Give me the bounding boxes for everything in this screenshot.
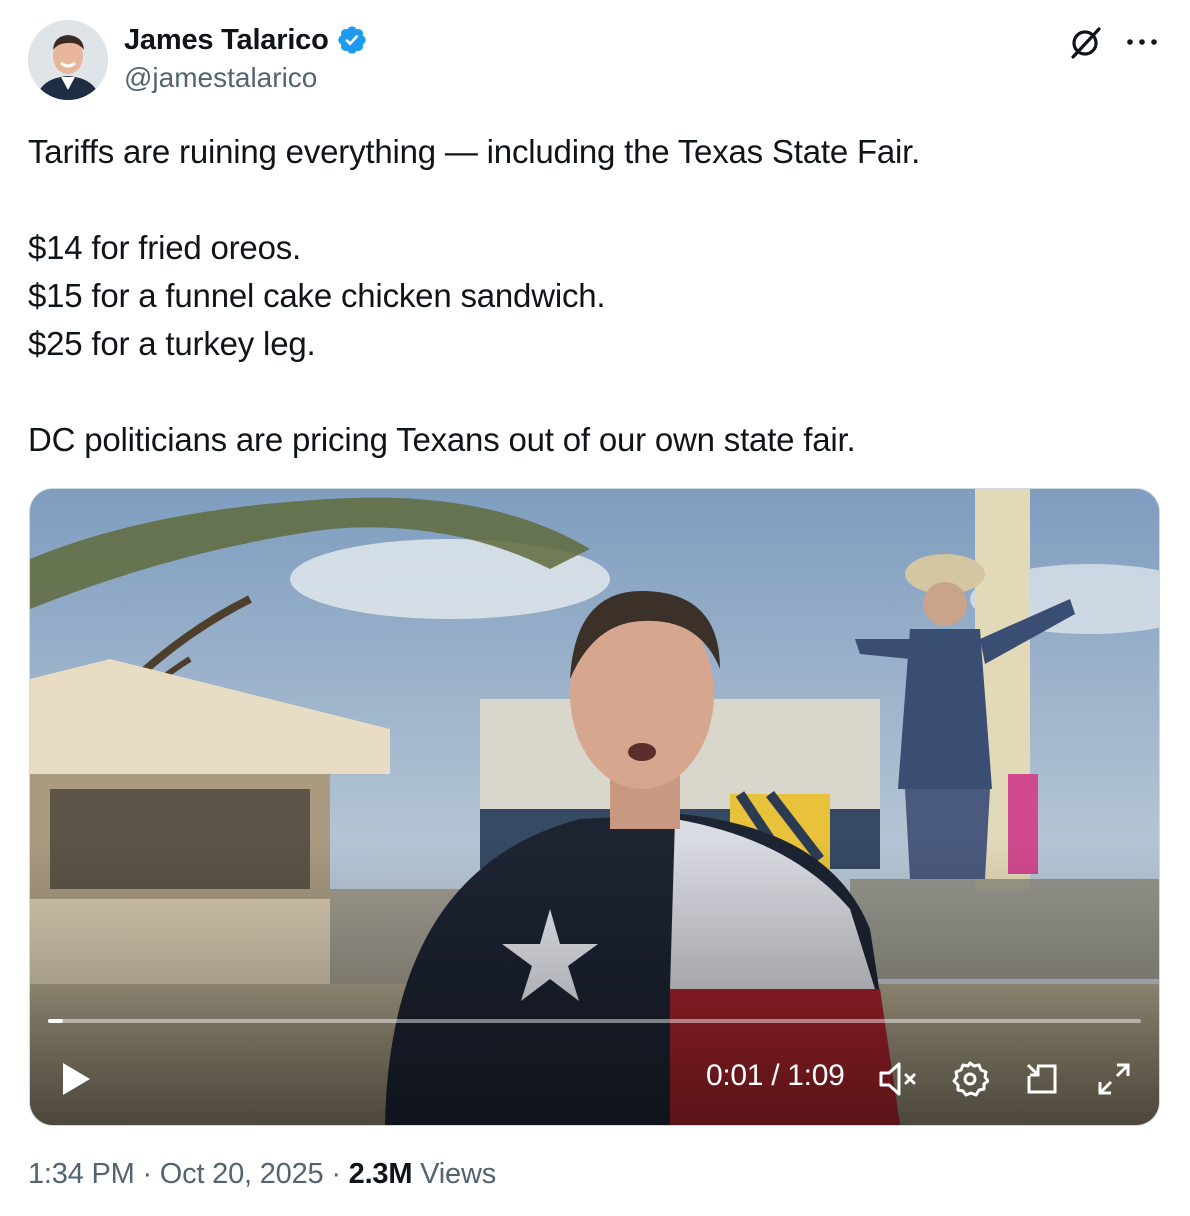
verified-badge-icon	[337, 26, 366, 54]
tweet-date[interactable]: Oct 20, 2025	[160, 1158, 324, 1190]
play-icon[interactable]	[56, 1059, 96, 1099]
views-label: Views	[420, 1158, 497, 1190]
video-frame	[30, 489, 1159, 1125]
tweet-time[interactable]: 1:34 PM	[28, 1158, 135, 1190]
tweet-line: $15 for a funnel cake chicken sandwich.	[28, 277, 606, 314]
tweet-line	[28, 176, 1158, 224]
author-name[interactable]: James Talarico	[124, 24, 329, 57]
tweet-line: $25 for a turkey leg.	[28, 325, 316, 362]
video-player[interactable]: 0:01 / 1:09	[29, 488, 1160, 1126]
settings-icon[interactable]	[948, 1059, 992, 1099]
video-time: 0:01 / 1:09	[706, 1059, 845, 1092]
grok-icon[interactable]	[1066, 22, 1106, 62]
fullscreen-icon[interactable]	[1092, 1059, 1136, 1099]
mute-icon[interactable]	[876, 1059, 922, 1099]
video-progress-bar[interactable]	[48, 1019, 1141, 1023]
author-name-row[interactable]: James Talarico	[124, 22, 368, 58]
pip-icon[interactable]	[1020, 1059, 1064, 1099]
author-handle[interactable]: @jamestalarico	[124, 62, 317, 94]
views-count: 2.3M	[348, 1158, 413, 1190]
tweet-line: $14 for fried oreos.	[28, 229, 301, 266]
separator: ·	[331, 1158, 341, 1190]
tweet-meta: 1:34 PM · Oct 20, 2025 · 2.3M Views	[28, 1158, 496, 1191]
tweet-text: Tariffs are ruining everything — includi…	[28, 128, 1158, 464]
tweet-line: Tariffs are ruining everything — includi…	[28, 133, 921, 170]
tweet-line	[28, 368, 1158, 416]
tweet-line: DC politicians are pricing Texans out of…	[28, 421, 856, 458]
more-options-icon[interactable]	[1124, 28, 1160, 56]
video-progress-fill	[48, 1019, 64, 1023]
separator: ·	[142, 1158, 152, 1190]
author-avatar[interactable]	[28, 20, 108, 100]
avatar-image	[28, 20, 108, 100]
